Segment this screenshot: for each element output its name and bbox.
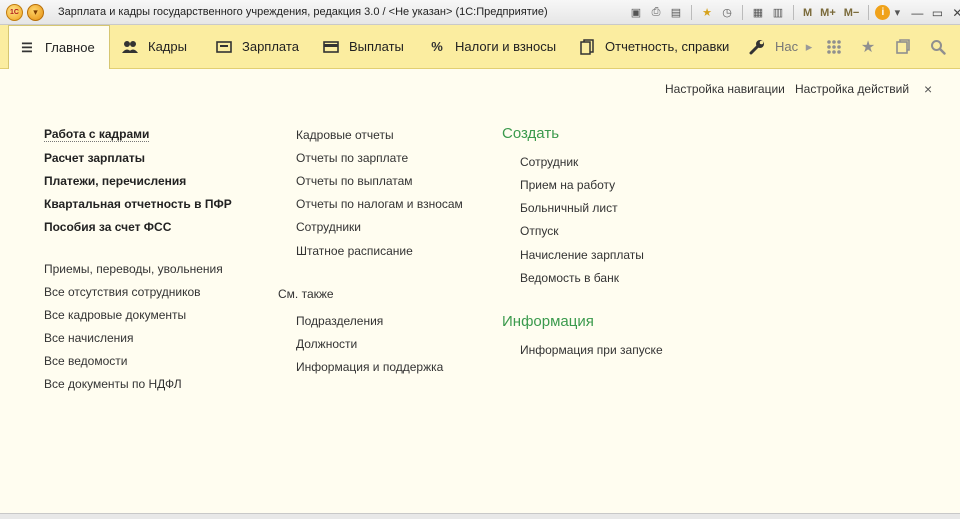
subsection-link[interactable]: Квартальная отчетность в ПФР	[44, 197, 232, 211]
window-title: Зарплата и кадры государственного учрежд…	[58, 6, 548, 18]
calculator-icon[interactable]: ▦	[749, 4, 767, 22]
payments-icon	[323, 39, 339, 55]
favorite-icon[interactable]: ★	[698, 4, 716, 22]
report-link[interactable]: Отчеты по зарплате	[296, 151, 408, 165]
subsection-link[interactable]: Расчет зарплаты	[44, 151, 145, 165]
section-taxes[interactable]: % Налоги и взносы	[429, 25, 556, 68]
action-settings-link[interactable]: Настройка действий	[795, 82, 909, 96]
close-window-button[interactable]: ✕	[948, 4, 960, 22]
section-label: Главное	[45, 40, 95, 55]
memory-add-button[interactable]: M+	[817, 4, 839, 22]
subsection-link[interactable]: Платежи, перечисления	[44, 174, 186, 188]
section-label: Отчетность, справки	[605, 39, 730, 54]
create-link[interactable]: Прием на работу	[520, 178, 615, 192]
create-link[interactable]: Ведомость в банк	[520, 271, 619, 285]
nav-link[interactable]: Все документы по НДФЛ	[44, 377, 182, 391]
memory-button[interactable]: M	[800, 4, 815, 22]
nav-link[interactable]: Все начисления	[44, 331, 134, 345]
minimize-button[interactable]: —	[908, 4, 926, 22]
nav-link[interactable]: Приемы, переводы, увольнения	[44, 262, 223, 276]
all-functions-icon[interactable]	[822, 25, 846, 68]
toolbar-divider	[793, 5, 794, 20]
section-settings[interactable]: Нас	[749, 25, 798, 68]
section-main[interactable]: ☰ Главное	[8, 25, 110, 69]
title-bar: 1C ▾ Зарплата и кадры государственного у…	[0, 0, 960, 25]
section-label: Выплаты	[349, 39, 404, 54]
title-toolbar: ▣ ⎙ ▤ ★ ◷ ▦ ▥ M M+ M− i ▾ — ▭ ✕	[627, 3, 960, 22]
people-icon	[122, 39, 138, 55]
section-label: Налоги и взносы	[455, 39, 557, 54]
history-icon[interactable]: ◷	[718, 4, 736, 22]
section-label: Кадры	[148, 39, 187, 54]
maximize-button[interactable]: ▭	[928, 4, 946, 22]
payroll-icon	[216, 39, 232, 55]
subsection-link[interactable]: Работа с кадрами	[44, 127, 150, 142]
information-group-title: Информация	[502, 313, 594, 330]
nav-settings-link[interactable]: Настройка навигации	[665, 82, 785, 96]
nav-link[interactable]: Все кадровые документы	[44, 308, 186, 322]
report-link[interactable]: Отчеты по выплатам	[296, 174, 413, 188]
main-menu-button[interactable]: ▾	[27, 4, 44, 21]
status-bar	[0, 513, 960, 519]
see-also-label: См. также	[278, 287, 334, 301]
nav-link[interactable]: Все ведомости	[44, 354, 127, 368]
section-personnel[interactable]: Кадры	[122, 25, 187, 68]
section-label: Нас	[775, 39, 799, 54]
section-label: Зарплата	[242, 39, 299, 54]
report-link[interactable]: Отчеты по налогам и взносам	[296, 197, 463, 211]
create-link[interactable]: Сотрудник	[520, 155, 578, 169]
save-icon[interactable]: ▣	[627, 4, 645, 22]
app-logo-icon: 1C	[6, 4, 23, 21]
section-salary[interactable]: Зарплата	[216, 25, 299, 68]
toolbar-divider	[742, 5, 743, 20]
see-also-link[interactable]: Должности	[296, 337, 357, 351]
toolbar-divider	[868, 5, 870, 20]
section-reports[interactable]: Отчетность, справки	[579, 25, 729, 68]
reports-icon	[579, 38, 595, 55]
percent-icon: %	[431, 39, 443, 54]
report-link[interactable]: Сотрудники	[296, 220, 361, 234]
create-link[interactable]: Отпуск	[520, 224, 558, 238]
close-icon[interactable]: ×	[924, 81, 932, 97]
history-icon[interactable]	[890, 25, 914, 68]
search-icon[interactable]	[926, 25, 950, 68]
hamburger-icon: ☰	[21, 39, 33, 55]
toolbar-divider	[691, 5, 692, 20]
wrench-icon	[749, 39, 765, 55]
calendar-icon[interactable]: ▥	[769, 4, 787, 22]
info-icon[interactable]: i	[875, 5, 891, 20]
section-panel: ☰ Главное Кадры Зарплата Выплаты % Налог…	[0, 25, 960, 69]
main-content: Настройка навигации Настройка действий ×…	[0, 69, 960, 515]
nav-link[interactable]: Все отсутствия сотрудников	[44, 285, 201, 299]
information-link[interactable]: Информация при запуске	[520, 343, 663, 357]
favorites-star-icon[interactable]: ★	[856, 25, 880, 68]
see-also-link[interactable]: Информация и поддержка	[296, 360, 443, 374]
scroll-right-button[interactable]: ▸	[800, 25, 818, 68]
create-link[interactable]: Начисление зарплаты	[520, 248, 644, 262]
memory-subtract-button[interactable]: M−	[841, 4, 863, 22]
section-payments[interactable]: Выплаты	[323, 25, 404, 68]
report-link[interactable]: Штатное расписание	[296, 244, 413, 258]
chevron-down-icon[interactable]: ▾	[892, 4, 902, 22]
see-also-link[interactable]: Подразделения	[296, 314, 383, 328]
create-link[interactable]: Больничный лист	[520, 201, 618, 215]
report-link[interactable]: Кадровые отчеты	[296, 128, 394, 142]
preview-icon[interactable]: ▤	[667, 4, 685, 22]
print-icon[interactable]: ⎙	[647, 4, 665, 22]
subsection-link[interactable]: Пособия за счет ФСС	[44, 220, 171, 234]
create-group-title: Создать	[502, 125, 560, 142]
